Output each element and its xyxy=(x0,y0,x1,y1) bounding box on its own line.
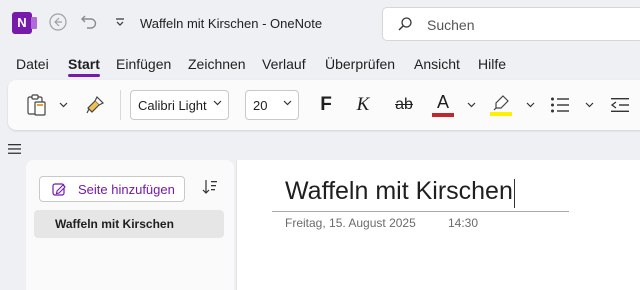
title-underline xyxy=(272,211,569,212)
strikethrough-button[interactable]: ab xyxy=(391,80,417,130)
sort-pages-button[interactable] xyxy=(202,178,218,196)
chevron-down-icon xyxy=(59,102,67,108)
tab-ueberpruefen[interactable]: Überprüfen xyxy=(325,56,395,72)
back-arrow-icon xyxy=(49,13,67,31)
page-list-item-label: Waffeln mit Kirschen xyxy=(55,217,174,231)
hamburger-menu-icon xyxy=(8,144,21,154)
ribbon-tabs: Datei Start Einfügen Zeichnen Verlauf Üb… xyxy=(0,56,640,78)
back-button[interactable] xyxy=(46,12,70,36)
bullet-list-button[interactable] xyxy=(548,80,572,130)
undo-button[interactable] xyxy=(77,12,101,36)
font-size-select[interactable]: 20 xyxy=(245,90,299,120)
font-family-select[interactable]: Calibri Light xyxy=(130,90,229,120)
chevron-down-icon xyxy=(467,102,475,108)
highlight-button[interactable] xyxy=(488,80,514,130)
sort-icon xyxy=(202,180,217,194)
font-color-icon: A xyxy=(436,92,449,112)
page-canvas[interactable]: Waffeln mit Kirschen Freitag, 15. August… xyxy=(236,160,640,290)
page-list-pane: Seite hinzufügen Waffeln mit Kirschen xyxy=(26,160,234,290)
add-page-button[interactable]: Seite hinzufügen xyxy=(39,176,185,202)
italic-button[interactable]: K xyxy=(351,80,375,130)
add-page-label: Seite hinzufügen xyxy=(78,182,175,197)
paste-button[interactable] xyxy=(22,80,52,130)
page-time: 14:30 xyxy=(448,216,479,230)
quick-access-customize-button[interactable] xyxy=(108,12,132,36)
chevron-down-icon xyxy=(116,18,124,26)
title-bar: N Waffeln mit Kirschen - OneNote Suchen xyxy=(0,0,640,48)
paste-options-button[interactable] xyxy=(56,80,70,130)
format-painter-icon xyxy=(86,95,105,114)
undo-icon xyxy=(81,15,97,29)
decrease-indent-icon xyxy=(610,98,629,112)
chevron-down-icon xyxy=(526,102,534,108)
highlight-color-swatch xyxy=(490,111,512,116)
font-family-value: Calibri Light xyxy=(138,98,207,113)
search-placeholder: Suchen xyxy=(427,17,475,33)
search-icon xyxy=(398,17,412,31)
bold-button[interactable]: F xyxy=(314,80,338,130)
chevron-down-icon xyxy=(213,100,222,106)
font-color-swatch xyxy=(432,113,454,117)
bullet-list-icon xyxy=(551,97,569,113)
tab-einfuegen[interactable]: Einfügen xyxy=(116,56,171,72)
highlighter-icon xyxy=(493,94,509,110)
tab-datei[interactable]: Datei xyxy=(16,56,49,72)
navigation-toggle-button[interactable] xyxy=(8,142,22,154)
tab-verlauf[interactable]: Verlauf xyxy=(262,56,306,72)
bullet-list-options-button[interactable] xyxy=(583,80,595,130)
highlight-options-button[interactable] xyxy=(524,80,536,130)
decrease-indent-button[interactable] xyxy=(608,80,632,130)
onenote-logo-icon: N xyxy=(12,12,37,34)
tab-zeichnen[interactable]: Zeichnen xyxy=(188,56,246,72)
font-color-options-button[interactable] xyxy=(465,80,477,130)
page-title[interactable]: Waffeln mit Kirschen xyxy=(285,177,513,206)
chevron-down-icon xyxy=(283,100,292,106)
tab-start[interactable]: Start xyxy=(68,56,100,77)
search-input[interactable]: Suchen xyxy=(382,7,640,41)
format-painter-button[interactable] xyxy=(80,80,110,130)
paste-icon xyxy=(27,94,46,116)
tab-hilfe[interactable]: Hilfe xyxy=(478,56,506,72)
page-list-item[interactable]: Waffeln mit Kirschen xyxy=(34,210,224,238)
window-title: Waffeln mit Kirschen - OneNote xyxy=(140,16,323,31)
tab-ansicht[interactable]: Ansicht xyxy=(414,56,460,72)
font-size-value: 20 xyxy=(253,98,268,113)
chevron-down-icon xyxy=(585,102,593,108)
page-date: Freitag, 15. August 2025 xyxy=(285,216,416,230)
ribbon-toolbar: Calibri Light 20 F K ab A xyxy=(8,80,640,130)
add-page-icon xyxy=(52,183,66,196)
font-color-button[interactable]: A xyxy=(430,80,456,130)
text-cursor xyxy=(514,179,515,208)
ribbon-separator xyxy=(120,90,121,120)
